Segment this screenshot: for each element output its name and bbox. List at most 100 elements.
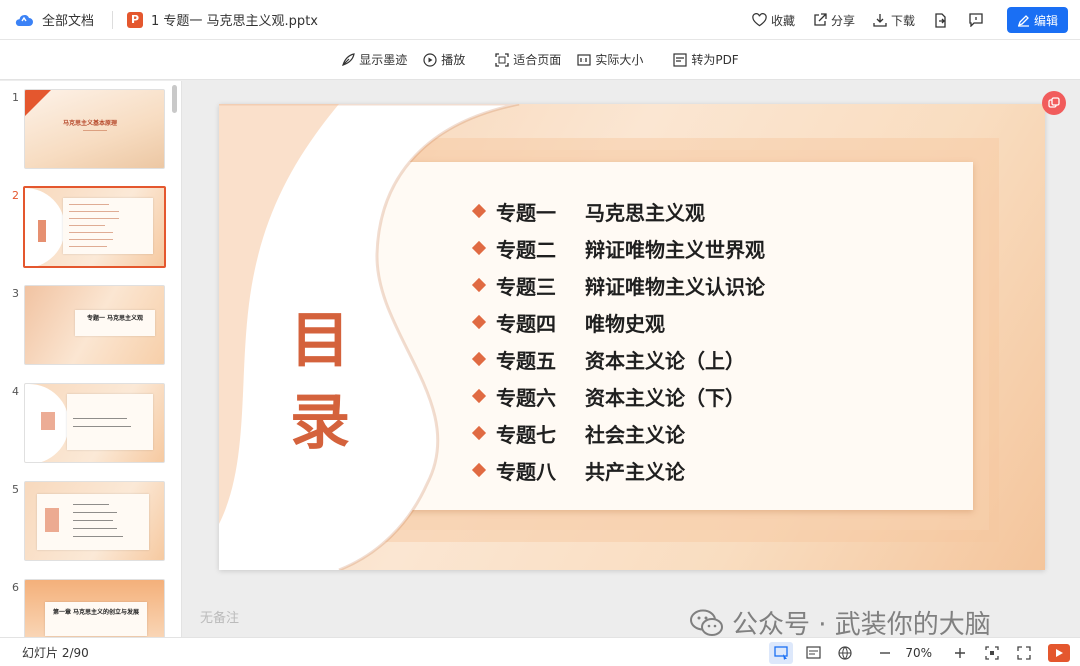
document-title: 1 专题一 马克思主义观.pptx <box>151 14 318 29</box>
slide-thumbnail[interactable]: 专题一 马克思主义观 <box>24 285 165 365</box>
edit-button[interactable]: 编辑 <box>1006 7 1068 33</box>
normal-view-icon[interactable] <box>769 641 794 664</box>
cloud-icon[interactable] <box>14 12 34 28</box>
toc-topic: 专题六 <box>496 385 556 410</box>
slideshow-play-button[interactable] <box>1048 643 1070 662</box>
export-button[interactable] <box>933 12 951 28</box>
slide-thumbnail[interactable]: 第一章 马克思主义的创立与发展 <box>24 579 165 637</box>
download-button[interactable]: 下载 <box>873 12 915 29</box>
toc-topic: 专题五 <box>496 348 556 373</box>
thumbnail-row[interactable]: 2 <box>0 179 172 268</box>
toc-item: 专题三 辩证唯物主义认识论 <box>471 270 765 300</box>
toc-name: 共产主义论 <box>585 459 685 484</box>
diamond-bullet-icon <box>471 240 487 256</box>
download-label: 下载 <box>890 13 915 28</box>
notes-view-icon[interactable] <box>801 642 825 664</box>
thumbnail-row[interactable]: 5 <box>0 473 172 561</box>
share-button[interactable]: 分享 <box>813 12 855 29</box>
feather-icon <box>342 52 356 66</box>
wechat-icon <box>690 609 723 636</box>
thumbnail-number: 5 <box>12 483 19 496</box>
play-circle-icon <box>423 52 437 67</box>
toc-topic: 专题三 <box>496 274 556 299</box>
toc-topic: 专题一 <box>496 200 556 225</box>
thumbnail-title: 马克思主义基本原理 <box>63 120 118 127</box>
slide-thumbnail-active[interactable] <box>23 186 166 268</box>
toc-name: 资本主义论（下） <box>585 385 745 410</box>
slide-thumbnail[interactable] <box>24 383 165 463</box>
play-label: 播放 <box>441 53 466 67</box>
fit-page-icon <box>495 52 509 67</box>
toc-name: 马克思主义观 <box>585 200 705 225</box>
fit-screen-icon[interactable] <box>980 642 1004 664</box>
share-label: 分享 <box>830 13 855 28</box>
toc-topic: 专题八 <box>496 459 556 484</box>
thumbnail-number: 2 <box>12 189 19 202</box>
share-icon <box>814 13 827 26</box>
to-pdf-button[interactable]: 转为PDF <box>673 51 739 68</box>
diamond-bullet-icon <box>471 314 487 330</box>
play-icon <box>1056 648 1063 657</box>
toc-item: 专题五 资本主义论（上） <box>471 344 745 374</box>
all-documents-link[interactable]: 全部文档 <box>42 10 94 29</box>
diamond-bullet-icon <box>471 203 487 219</box>
comment-button[interactable] <box>969 13 987 27</box>
fullscreen-icon[interactable] <box>1012 642 1036 664</box>
diamond-bullet-icon <box>471 425 487 441</box>
zoom-in-button[interactable] <box>948 642 972 664</box>
play-button[interactable]: 播放 <box>423 51 465 68</box>
toc-name: 唯物史观 <box>585 311 665 336</box>
top-bar: 全部文档 P 1 专题一 马克思主义观.pptx 收藏 分享 下载 编辑 <box>0 0 1080 40</box>
slide-thumbnail[interactable]: 马克思主义基本原理 <box>24 89 165 169</box>
notes-placeholder[interactable]: 无备注 <box>200 607 239 626</box>
thumbnail-row[interactable]: 6 第一章 马克思主义的创立与发展 <box>0 571 172 637</box>
toc-item: 专题二 辩证唯物主义世界观 <box>471 233 765 263</box>
fit-page-button[interactable]: 适合页面 <box>495 51 561 68</box>
heart-icon <box>752 13 767 27</box>
toc-item: 专题四 唯物史观 <box>471 307 665 337</box>
pencil-icon <box>1017 14 1029 27</box>
toc-item: 专题六 资本主义论（下） <box>471 381 745 411</box>
diamond-bullet-icon <box>471 388 487 404</box>
thumbnail-number: 3 <box>12 287 19 300</box>
toc-name: 辩证唯物主义认识论 <box>585 274 765 299</box>
actual-size-label: 实际大小 <box>595 53 644 67</box>
view-toolbar: 显示墨迹 播放 适合页面 实际大小 转为PDF <box>0 40 1080 80</box>
toc-topic: 专题四 <box>496 311 556 336</box>
thumbnail-title: 专题一 马克思主义观 <box>86 315 144 322</box>
slide-thumbnail[interactable] <box>24 481 165 561</box>
thumbnail-title: 第一章 马克思主义的创立与发展 <box>52 609 140 616</box>
ppt-file-icon: P <box>127 11 144 28</box>
thumbnail-row[interactable]: 1 马克思主义基本原理 <box>0 81 172 169</box>
slide-canvas[interactable]: 目录 专题一 马克思主义观 专题二 辩证唯物主义世界观 专题三 辩证唯物主义认识论 专… <box>219 104 1045 570</box>
download-icon <box>873 14 887 27</box>
zoom-out-button[interactable] <box>873 642 897 664</box>
status-bar: 幻灯片 2/90 70% <box>0 637 1080 666</box>
thumbnail-row[interactable]: 3 专题一 马克思主义观 <box>0 277 172 365</box>
edit-label: 编辑 <box>1033 13 1058 28</box>
toc-item: 专题一 马克思主义观 <box>471 196 705 226</box>
globe-icon[interactable] <box>833 642 857 664</box>
toc-item: 专题八 共产主义论 <box>471 455 685 485</box>
thumbnail-number: 6 <box>12 581 19 594</box>
thumbnail-scrollbar[interactable] <box>172 85 177 113</box>
slide-thumbnails-panel[interactable]: 1 马克思主义基本原理 2 3 专题一 马克思主义观 4 5 6 第一章 马克思… <box>0 81 182 637</box>
thumbnail-number: 1 <box>12 91 19 104</box>
thumbnail-number: 4 <box>12 385 19 398</box>
zoom-level[interactable]: 70% <box>905 646 932 660</box>
thumbnail-row[interactable]: 4 <box>0 375 172 463</box>
diamond-bullet-icon <box>471 277 487 293</box>
actual-size-icon <box>577 53 591 66</box>
comment-bubble-icon[interactable] <box>1042 91 1066 115</box>
toc-name: 辩证唯物主义世界观 <box>585 237 765 262</box>
fit-page-label: 适合页面 <box>513 53 562 67</box>
toc-topic: 专题七 <box>496 422 556 447</box>
actual-size-button[interactable]: 实际大小 <box>577 51 643 68</box>
show-ink-button[interactable]: 显示墨迹 <box>341 51 407 68</box>
slide-heading: 目录 <box>290 306 350 458</box>
toc-name: 资本主义论（上） <box>585 348 745 373</box>
to-pdf-label: 转为PDF <box>691 53 739 67</box>
toc-topic: 专题二 <box>496 237 556 262</box>
favorite-button[interactable]: 收藏 <box>752 12 795 29</box>
toc-name: 社会主义论 <box>585 422 685 447</box>
